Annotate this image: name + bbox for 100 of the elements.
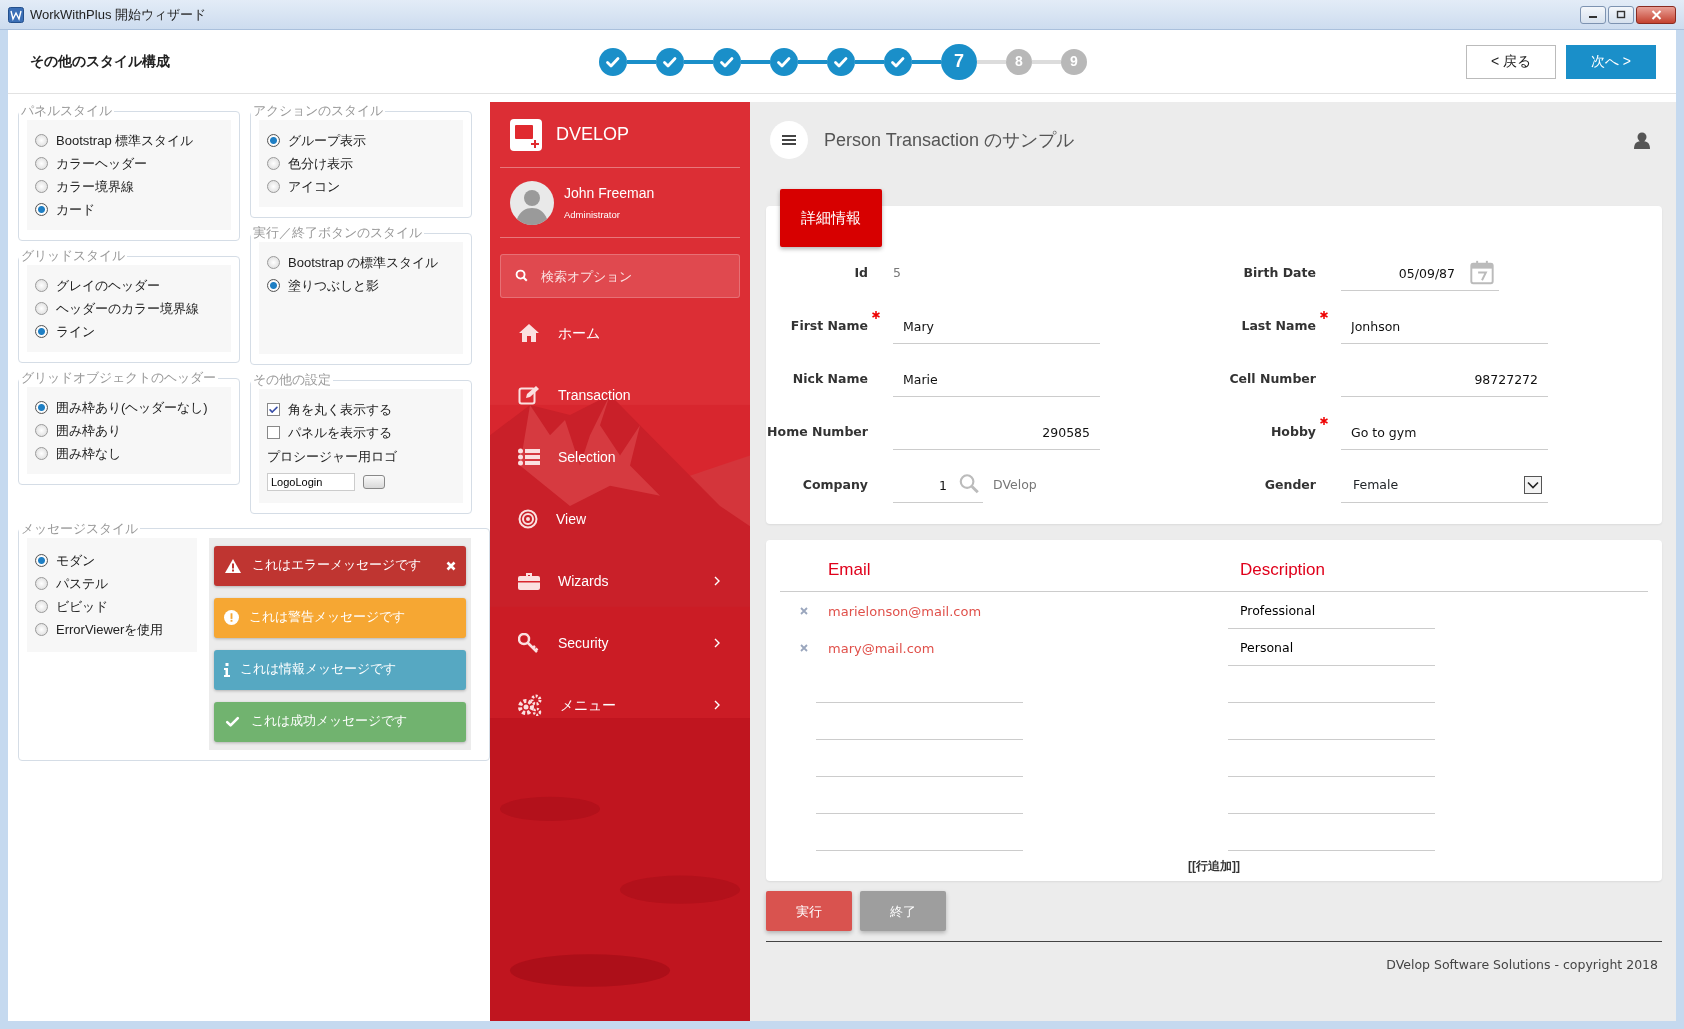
menu-item[interactable]: Selection [500,426,740,488]
radio-button[interactable] [35,401,48,414]
window-title: WorkWithPlus 開始ウィザード [30,5,206,24]
field-label: Last Name [1125,300,1316,354]
email-link[interactable]: mary@mail.com [828,640,935,656]
close-icon[interactable] [446,560,456,571]
company-name: DVelop [993,476,1037,495]
run-button[interactable]: 実行 [766,891,852,932]
edit-icon [518,385,540,405]
option-label: ライン [56,323,95,340]
gears-icon [518,694,542,716]
input-field[interactable]: Jonhson [1341,309,1548,345]
radio-button[interactable] [35,302,48,315]
radio-button[interactable] [35,622,48,636]
field-label: Hobby [1125,406,1316,460]
page-title: Person Transaction のサンプル [824,128,1076,152]
field-label: Cell Number [1228,370,1316,389]
option-label: カード [56,201,95,218]
step-number: 9 [1061,48,1087,75]
back-button[interactable]: < 戻る [1466,44,1556,79]
menu-button[interactable] [770,121,808,159]
radio-button[interactable] [267,256,280,269]
option-label: 囲み枠あり(ヘッダーなし) [56,399,208,416]
radio-button[interactable] [35,553,48,567]
page-title: その他のスタイル構成 [29,52,171,71]
group-title: アクションのスタイル [252,102,384,120]
input-field[interactable]: 290585 [893,415,1100,451]
brand-name: DVELOP [556,123,630,146]
details-tab[interactable]: 詳細情報 [780,189,882,248]
radio-button[interactable] [267,134,280,147]
option-label: ビビッド [56,597,108,615]
checkbox[interactable] [267,403,280,416]
exclamation-icon [224,610,239,625]
user-icon[interactable] [1634,131,1650,149]
logo-icon [510,118,542,151]
alert-text: これは警告メッセージです [249,609,406,627]
option-label: アイコン [288,178,340,195]
radio-button[interactable] [267,180,280,193]
group-title: その他の設定 [252,371,332,389]
radio-button[interactable] [35,325,48,338]
checkbox[interactable] [267,426,280,439]
radio-button[interactable] [35,203,48,216]
add-row-link[interactable]: [[行追加]] [1188,857,1240,876]
column-header: Description [1240,560,1326,579]
home-icon [518,323,540,343]
radio-button[interactable] [35,134,48,147]
radio-button[interactable] [35,279,48,292]
radio-button[interactable] [35,576,48,590]
field-label: Birth Date [1242,264,1316,283]
radio-button[interactable] [35,447,48,460]
input-field[interactable]: 1 [893,468,957,504]
input-field[interactable]: Personal [1228,629,1435,667]
menu-item[interactable]: メニュー [500,674,740,736]
menu-item[interactable]: View [500,488,740,550]
field-value: 5 [893,264,901,283]
option-label: 囲み枠あり [56,422,121,439]
menu-item[interactable]: Security [500,612,740,674]
radio-button[interactable] [35,599,48,613]
minimize-button[interactable] [1580,5,1606,24]
alert-text: これはエラーメッセージです [252,557,422,575]
dropdown-field[interactable]: Female [1341,468,1548,504]
option-label: カラー境界線 [56,178,134,195]
warning-triangle-icon [224,557,242,574]
group-title: グリッドオブジェクトのヘッダー [20,369,217,387]
delete-icon[interactable] [800,606,808,615]
option-label: パステル [56,574,108,592]
close-button[interactable] [1636,5,1676,24]
logo-field[interactable]: LogoLogin [267,472,355,491]
radio-button[interactable] [35,180,48,193]
browse-button[interactable] [363,474,385,489]
avatar [510,180,554,225]
radio-button[interactable] [267,157,280,170]
next-button[interactable]: 次へ > [1566,44,1656,79]
option-label: Bootstrap 標準スタイル [56,132,194,149]
menu-item[interactable]: ホーム [500,302,740,364]
option-label: Bootstrap の標準スタイル [288,254,439,271]
email-link[interactable]: marielonson@mail.com [828,603,982,619]
user-role: Administrator [564,207,621,222]
delete-icon[interactable] [800,643,808,652]
menu-item[interactable]: Wizards [500,550,740,612]
radio-button[interactable] [35,157,48,170]
option-label: グレイのヘッダー [56,277,160,294]
option-label: ErrorViewerを使用 [56,620,164,638]
key-icon [518,633,540,653]
maximize-button[interactable] [1608,5,1634,24]
input-field[interactable]: Go to gym [1341,415,1548,451]
input-field[interactable]: Mary [893,309,1100,345]
option-label: 色分け表示 [288,155,353,172]
input-field[interactable]: Professional [1228,592,1435,630]
option-label: カラーヘッダー [56,155,147,172]
footer-text: DVelop Software Solutions - copyright 2018 [1386,956,1658,975]
menu-item[interactable]: Transaction [500,364,740,426]
radio-button[interactable] [35,424,48,437]
date-field[interactable]: 05/09/87 [1341,256,1465,292]
input-field[interactable]: Marie [893,362,1100,398]
radio-button[interactable] [267,279,280,292]
group-title: メッセージスタイル [20,519,139,538]
field-label: プロシージャー用ロゴ [267,448,398,466]
input-field[interactable]: 98727272 [1341,362,1548,398]
group-title: パネルスタイル [20,102,113,120]
